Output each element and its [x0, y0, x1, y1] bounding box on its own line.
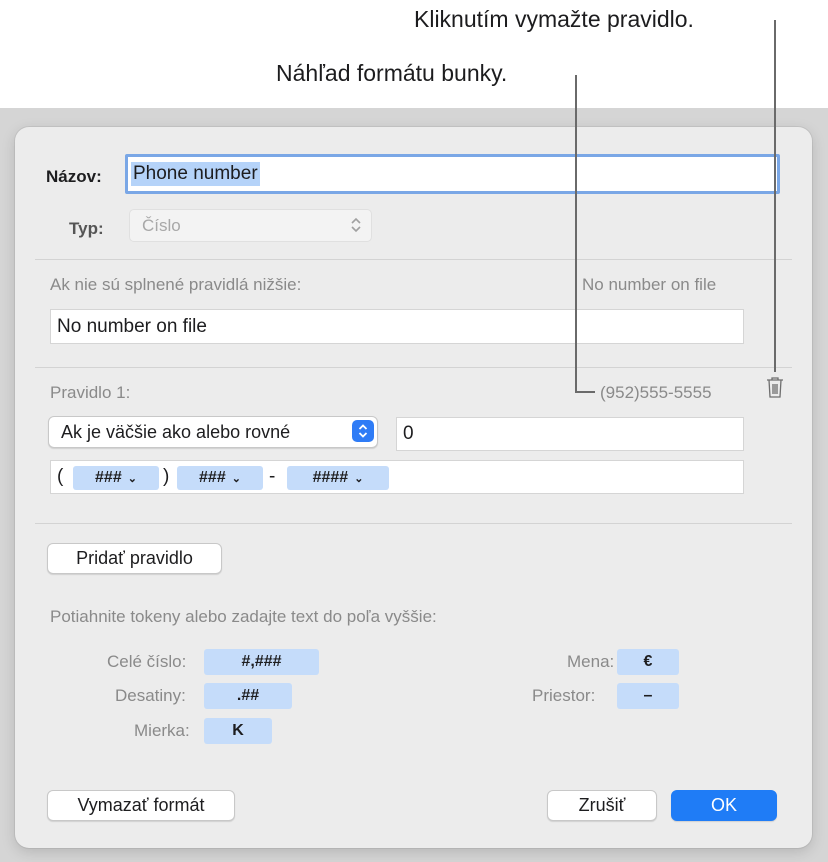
chevron-down-icon: ⌄: [231, 472, 241, 485]
format-text-close-paren: ): [163, 466, 170, 487]
up-down-chevron-icon: [352, 420, 374, 442]
integer-label: Celé číslo:: [107, 652, 187, 671]
hint-text: Potiahnite tokeny alebo zadajte text do …: [50, 607, 437, 626]
ok-button[interactable]: OK: [671, 790, 777, 821]
condition-value-field[interactable]: 0: [396, 417, 744, 451]
cancel-button[interactable]: Zrušiť: [547, 790, 657, 821]
condition-popup[interactable]: Ak je väčšie ako alebo rovné: [48, 416, 378, 448]
add-rule-button[interactable]: Pridať pravidlo: [47, 543, 222, 574]
chevron-down-icon: ⌄: [127, 472, 137, 485]
token-integer[interactable]: #,###: [204, 649, 319, 675]
token-area-code[interactable]: ### ⌄: [73, 466, 159, 490]
format-field[interactable]: ( ### ⌄ ) ### ⌄ - #### ⌄: [50, 460, 744, 494]
token-decimals[interactable]: .##: [204, 683, 292, 709]
callout-delete-rule: Kliknutím vymažte pravidlo.: [414, 6, 694, 32]
token-currency[interactable]: €: [617, 649, 679, 675]
condition-number: 0: [403, 423, 414, 444]
currency-label: Mena:: [567, 652, 615, 671]
token-prefix[interactable]: ### ⌄: [177, 466, 263, 490]
separator: [35, 367, 792, 368]
rule-preview: (952)555-5555: [600, 383, 712, 402]
callout-delete-rule-leader: [774, 20, 776, 372]
fallback-value: No number on file: [57, 315, 207, 337]
fallback-preview: No number on file: [582, 275, 717, 294]
fallback-field[interactable]: No number on file: [50, 309, 744, 344]
clear-format-button[interactable]: Vymazať formát: [47, 790, 235, 821]
callout-preview-leader: [575, 75, 577, 393]
callout-preview: Náhľad formátu bunky.: [276, 60, 508, 86]
trash-icon[interactable]: [766, 376, 784, 403]
name-field[interactable]: Phone number: [125, 154, 780, 194]
type-popup[interactable]: Číslo: [129, 209, 372, 242]
type-label: Typ:: [69, 219, 104, 238]
token-line-number[interactable]: #### ⌄: [287, 466, 389, 490]
scale-label: Mierka:: [134, 721, 190, 740]
token-space[interactable]: –: [617, 683, 679, 709]
separator: [35, 259, 792, 260]
decimals-label: Desatiny:: [115, 686, 186, 705]
name-value: Phone number: [131, 162, 260, 186]
format-text-dash: -: [269, 466, 276, 487]
custom-format-dialog: Názov: Phone number Typ: Číslo Ak nie sú…: [15, 127, 812, 848]
callout-preview-leader-tick: [575, 391, 595, 393]
token-scale[interactable]: K: [204, 718, 272, 744]
token-line-number-label: ####: [312, 469, 349, 486]
chevron-down-icon: ⌄: [354, 472, 364, 485]
token-area-code-label: ###: [95, 469, 122, 486]
token-prefix-label: ###: [199, 469, 226, 486]
format-text-open-paren: (: [57, 466, 64, 487]
name-label: Názov:: [46, 167, 102, 186]
rule-title: Pravidlo 1:: [50, 383, 131, 402]
space-label: Priestor:: [532, 686, 596, 705]
type-value: Číslo: [142, 215, 181, 235]
condition-value: Ak je väčšie ako alebo rovné: [61, 421, 291, 442]
separator: [35, 523, 792, 524]
fallback-label: Ak nie sú splnené pravidlá nižšie:: [50, 275, 302, 294]
up-down-chevron-icon: [351, 216, 361, 239]
